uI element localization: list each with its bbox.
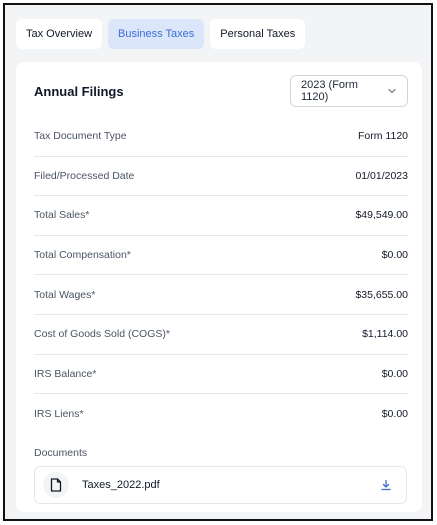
- row-label: Tax Document Type: [34, 130, 127, 143]
- row-value: $49,549.00: [355, 209, 408, 222]
- detail-row-tax-document-type: Tax Document Type Form 1120: [34, 117, 408, 157]
- tab-tax-overview[interactable]: Tax Overview: [16, 19, 103, 49]
- row-label: Filed/Processed Date: [34, 169, 135, 182]
- year-select-value: 2023 (Form 1120): [301, 79, 358, 103]
- detail-row-irs-balance: IRS Balance* $0.00: [34, 355, 408, 395]
- file-icon: [43, 472, 69, 498]
- app-frame: Tax Overview Business Taxes Personal Tax…: [3, 3, 433, 521]
- detail-row-filed-date: Filed/Processed Date 01/01/2023: [34, 157, 408, 197]
- row-value: 01/01/2023: [355, 169, 408, 182]
- row-label: Cost of Goods Sold (COGS)*: [34, 328, 170, 341]
- annual-filings-card: Annual Filings 2023 (Form 1120) Tax Docu…: [16, 62, 422, 512]
- card-header: Annual Filings 2023 (Form 1120): [16, 62, 422, 122]
- row-label: Total Sales*: [34, 209, 90, 222]
- row-label: Total Wages*: [34, 288, 96, 301]
- row-label: Total Compensation*: [34, 249, 131, 262]
- detail-row-cogs: Cost of Goods Sold (COGS)* $1,114.00: [34, 315, 408, 355]
- document-name[interactable]: Taxes_2022.pdf: [82, 479, 374, 491]
- download-icon[interactable]: [374, 473, 398, 497]
- row-value: $35,655.00: [355, 288, 408, 301]
- row-value: $0.00: [381, 407, 408, 420]
- detail-row-total-sales: Total Sales* $49,549.00: [34, 196, 408, 236]
- document-item[interactable]: Taxes_2022.pdf: [34, 466, 407, 504]
- detail-row-irs-liens: IRS Liens* $0.00: [34, 394, 408, 434]
- tab-bar: Tax Overview Business Taxes Personal Tax…: [16, 19, 306, 49]
- filing-details-list: Tax Document Type Form 1120 Filed/Proces…: [34, 117, 408, 434]
- row-value: $0.00: [381, 249, 408, 262]
- detail-row-total-compensation: Total Compensation* $0.00: [34, 236, 408, 276]
- row-value: $0.00: [381, 367, 408, 380]
- year-select[interactable]: 2023 (Form 1120): [290, 75, 408, 107]
- card-title: Annual Filings: [34, 84, 124, 99]
- tab-business-taxes[interactable]: Business Taxes: [108, 19, 205, 49]
- chevron-down-icon: [387, 86, 397, 96]
- row-label: IRS Liens*: [34, 407, 84, 420]
- documents-label: Documents: [34, 447, 88, 459]
- tab-personal-taxes[interactable]: Personal Taxes: [210, 19, 306, 49]
- row-value: $1,114.00: [362, 328, 408, 341]
- row-value: Form 1120: [358, 130, 408, 143]
- detail-row-total-wages: Total Wages* $35,655.00: [34, 275, 408, 315]
- row-label: IRS Balance*: [34, 367, 97, 380]
